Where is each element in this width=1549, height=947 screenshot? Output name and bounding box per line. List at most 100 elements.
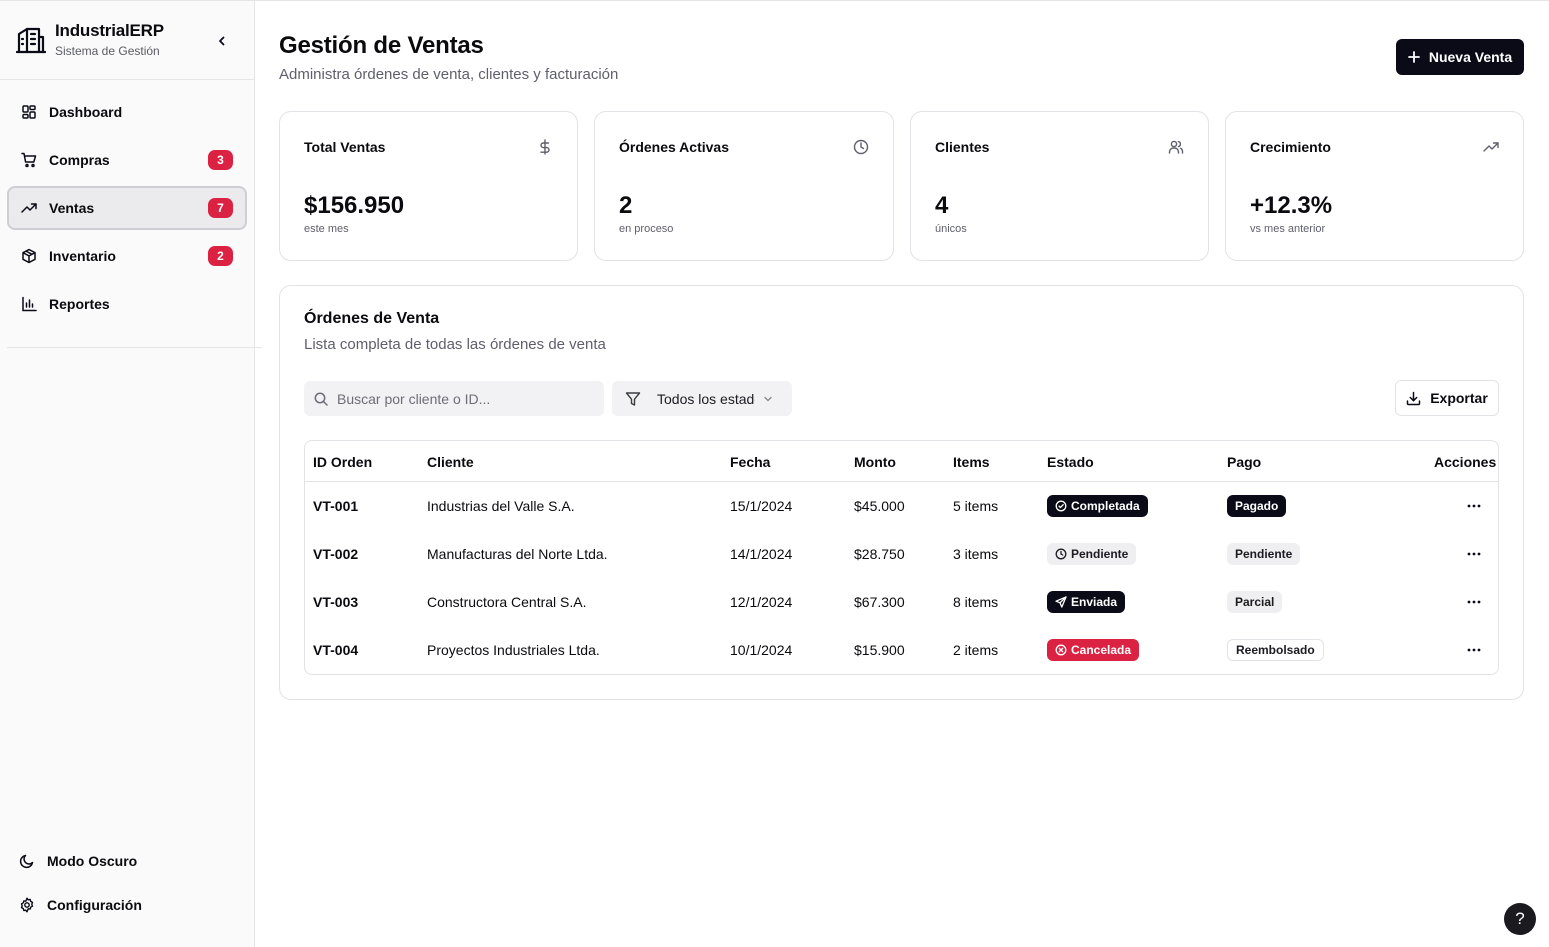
orders-card: Órdenes de Venta Lista completa de todas… [279, 285, 1524, 700]
column-header: Pago [1227, 454, 1262, 470]
sidebar-item-ventas[interactable]: Ventas 7 [7, 186, 247, 230]
column-header: Cliente [427, 454, 474, 470]
more-actions-icon[interactable] [1466, 594, 1482, 610]
payment-badge: Pendiente [1227, 543, 1301, 565]
sidebar-item-compras[interactable]: Compras 3 [7, 138, 247, 182]
orders-table: ID Orden Cliente Fecha Monto Items Estad… [304, 440, 1499, 675]
shopping-cart-icon [21, 152, 37, 168]
orders-subtitle: Lista completa de todas las órdenes de v… [304, 336, 606, 353]
order-date: 10/1/2024 [730, 642, 793, 658]
table-row[interactable]: VT-004 Proyectos Industriales Ltda. 10/1… [305, 626, 1498, 674]
gear-icon [20, 897, 34, 913]
order-items: 5 items [953, 498, 999, 514]
new-sale-button[interactable]: Nueva Venta [1396, 39, 1524, 75]
dark-mode-toggle[interactable]: Modo Oscuro [19, 851, 137, 871]
sidebar-item-dashboard[interactable]: Dashboard [7, 90, 247, 134]
export-label: Exportar [1430, 390, 1488, 406]
plus-icon [1407, 51, 1420, 63]
layout-grid-icon [22, 105, 36, 119]
table-row[interactable]: VT-003 Constructora Central S.A. 12/1/20… [305, 578, 1498, 626]
check-circle-icon [1055, 500, 1067, 512]
status-label: Completada [1071, 499, 1140, 513]
help-button[interactable]: ? [1504, 903, 1536, 935]
order-client: Proyectos Industriales Ltda. [427, 642, 600, 658]
sidebar-item-label: Inventario [49, 248, 116, 264]
filter-icon [625, 391, 641, 406]
column-header: ID Orden [313, 454, 373, 470]
order-amount: $67.300 [854, 594, 905, 610]
search-icon [314, 392, 328, 406]
stat-title: Clientes [935, 139, 990, 155]
stat-note: en proceso [619, 223, 674, 235]
status-badge: Completada [1047, 495, 1148, 517]
chevron-down-icon [764, 396, 772, 401]
payment-badge: Reembolsado [1227, 639, 1324, 661]
order-id: VT-001 [313, 498, 359, 514]
search-input[interactable]: Buscar por cliente o ID... [304, 381, 604, 416]
brand-header: IndustrialERP Sistema de Gestión [0, 1, 254, 80]
settings-label: Configuración [47, 897, 142, 913]
order-date: 12/1/2024 [730, 594, 793, 610]
payment-badge: Parcial [1227, 591, 1283, 613]
table-row[interactable]: VT-002 Manufacturas del Norte Ltda. 14/1… [305, 530, 1498, 578]
order-items: 2 items [953, 642, 999, 658]
sidebar-item-label: Compras [49, 152, 110, 168]
sidebar: IndustrialERP Sistema de Gestión Dashboa… [0, 0, 262, 947]
search-placeholder: Buscar por cliente o ID... [337, 390, 491, 407]
stat-card-clientes: Clientes 4 únicos [910, 111, 1209, 261]
status-filter-value: Todos los estados [657, 390, 755, 407]
trending-up-icon [1483, 142, 1499, 152]
order-items: 3 items [953, 546, 999, 562]
app-subtitle: Sistema de Gestión [55, 44, 160, 58]
count-badge: 7 [208, 198, 233, 218]
stat-value: +12.3% [1250, 192, 1333, 219]
page-title: Gestión de Ventas [279, 32, 484, 59]
order-id: VT-002 [313, 546, 359, 562]
order-date: 15/1/2024 [730, 498, 793, 514]
order-amount: $28.750 [854, 546, 905, 562]
export-button[interactable]: Exportar [1395, 380, 1499, 416]
sidebar-item-reportes[interactable]: Reportes [7, 282, 247, 326]
order-date: 14/1/2024 [730, 546, 793, 562]
sidebar-item-inventario[interactable]: Inventario 2 [7, 234, 247, 278]
order-amount: $15.900 [854, 642, 905, 658]
moon-icon [19, 854, 34, 869]
order-id: VT-003 [313, 594, 359, 610]
dollar-icon [540, 139, 550, 155]
status-filter-select[interactable]: Todos los estados [612, 381, 792, 416]
new-sale-label: Nueva Venta [1428, 49, 1513, 65]
clock-icon [1055, 548, 1067, 560]
x-circle-icon [1055, 644, 1067, 656]
stat-value: 4 [935, 192, 949, 219]
dark-mode-label: Modo Oscuro [47, 853, 138, 869]
bar-chart-icon [22, 296, 37, 312]
users-icon [1168, 140, 1184, 154]
more-actions-icon[interactable] [1466, 642, 1482, 658]
stat-card-total-ventas: Total Ventas $156.950 este mes [279, 111, 578, 261]
column-header: Items [953, 454, 990, 470]
stat-value: $156.950 [304, 192, 405, 219]
stat-note: vs mes anterior [1250, 223, 1326, 235]
column-header: Fecha [730, 454, 771, 470]
column-header: Estado [1047, 454, 1094, 470]
count-badge: 2 [208, 246, 233, 266]
package-icon [22, 248, 36, 264]
settings-link[interactable]: Configuración [19, 895, 142, 915]
more-actions-icon[interactable] [1466, 498, 1482, 514]
stat-note: únicos [935, 223, 967, 235]
app-name: IndustrialERP [55, 21, 164, 40]
sidebar-divider [7, 347, 262, 348]
building-icon [16, 27, 46, 54]
more-actions-icon[interactable] [1466, 546, 1482, 562]
main-content: Gestión de Ventas Administra órdenes de … [255, 0, 1549, 947]
collapse-sidebar-button[interactable] [213, 32, 231, 50]
stat-value: 2 [619, 192, 633, 219]
status-label: Enviada [1071, 595, 1118, 609]
sidebar-item-label: Dashboard [49, 104, 123, 120]
table-row[interactable]: VT-001 Industrias del Valle S.A. 15/1/20… [305, 482, 1498, 530]
status-badge: Cancelada [1047, 639, 1140, 661]
order-id: VT-004 [313, 642, 359, 658]
order-client: Manufacturas del Norte Ltda. [427, 546, 608, 562]
count-badge: 3 [208, 150, 233, 170]
trending-up-icon [21, 203, 37, 213]
